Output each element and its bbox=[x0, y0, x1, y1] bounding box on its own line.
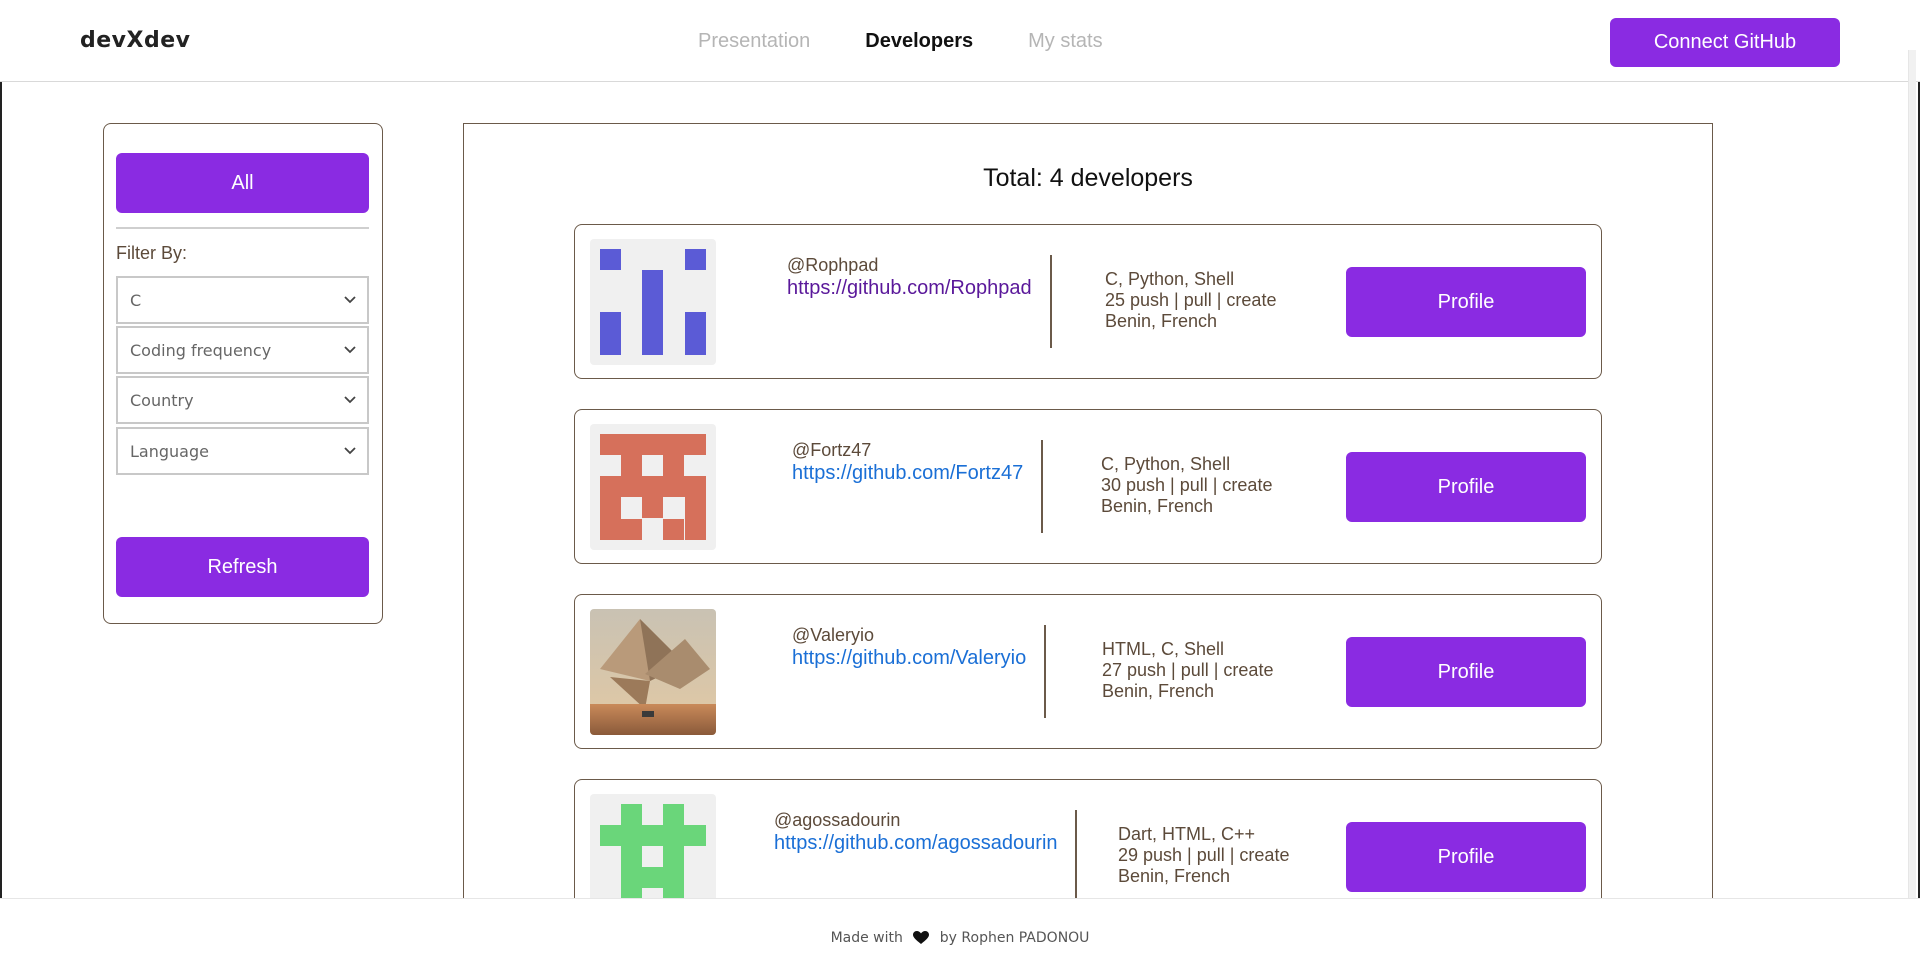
top-header: devXdev Presentation Developers My stats… bbox=[0, 0, 1920, 82]
github-link[interactable]: https://github.com/Rophpad bbox=[787, 277, 1032, 300]
profile-button[interactable]: Profile bbox=[1346, 637, 1586, 707]
developer-activity: 30 push | pull | create bbox=[1101, 475, 1273, 495]
developer-location: Benin, French bbox=[1102, 681, 1215, 701]
heart-icon bbox=[913, 931, 930, 944]
profile-button[interactable]: Profile bbox=[1346, 452, 1586, 522]
total-developers: Total: 4 developers bbox=[983, 164, 1193, 192]
developer-handle: @Valeryio bbox=[792, 625, 874, 645]
avatar[interactable] bbox=[590, 424, 716, 550]
chevron-down-icon bbox=[344, 396, 356, 404]
developer-stats: C, Python, Shell 30 push | pull | create… bbox=[1101, 454, 1272, 517]
select-value: Country bbox=[130, 390, 194, 410]
github-link[interactable]: https://github.com/Valeryio bbox=[792, 647, 1026, 670]
language-select[interactable]: C bbox=[116, 276, 369, 324]
footer-author: by Rophen PADONOU bbox=[939, 930, 1090, 946]
developer-activity: 25 push | pull | create bbox=[1105, 290, 1277, 310]
nav-my-stats[interactable]: My stats bbox=[1028, 30, 1102, 53]
developer-stats: Dart, HTML, C++ 29 push | pull | create … bbox=[1118, 824, 1289, 887]
developer-card: @Valeryio https://github.com/Valeryio HT… bbox=[574, 594, 1602, 749]
github-link[interactable]: https://github.com/agossadourin bbox=[774, 832, 1058, 855]
footer-credit: Made with by Rophen PADONOU bbox=[0, 930, 1920, 946]
developer-activity: 27 push | pull | create bbox=[1102, 660, 1274, 680]
sidebar-divider bbox=[116, 227, 369, 229]
chevron-down-icon bbox=[344, 346, 356, 354]
connect-github-button[interactable]: Connect GitHub bbox=[1610, 18, 1840, 67]
profile-button[interactable]: Profile bbox=[1346, 822, 1586, 892]
developer-card: @Fortz47 https://github.com/Fortz47 C, P… bbox=[574, 409, 1602, 564]
spoken-language-select[interactable]: Language bbox=[116, 427, 369, 475]
brand-logo[interactable]: devXdev bbox=[80, 28, 190, 53]
country-select[interactable]: Country bbox=[116, 376, 369, 424]
select-value: C bbox=[130, 290, 142, 310]
developer-location: Benin, French bbox=[1118, 866, 1231, 886]
nav-presentation[interactable]: Presentation bbox=[698, 30, 810, 53]
profile-button[interactable]: Profile bbox=[1346, 267, 1586, 337]
page-footer: Made with by Rophen PADONOU bbox=[0, 898, 1920, 976]
all-filter-button[interactable]: All bbox=[116, 153, 369, 213]
developer-identity: @agossadourin https://github.com/agossad… bbox=[774, 810, 1058, 855]
developer-card: @Rophpad https://github.com/Rophpad C, P… bbox=[574, 224, 1602, 379]
developer-location: Benin, French bbox=[1101, 496, 1214, 516]
developer-stats: HTML, C, Shell 27 push | pull | create B… bbox=[1102, 639, 1273, 702]
pyramids-photo-icon bbox=[590, 609, 716, 735]
developer-languages: Dart, HTML, C++ bbox=[1118, 824, 1256, 844]
developer-location: Benin, French bbox=[1105, 311, 1218, 331]
select-value: Language bbox=[130, 441, 209, 461]
developer-identity: @Valeryio https://github.com/Valeryio bbox=[792, 625, 1026, 670]
identicon-salmon-icon bbox=[600, 434, 706, 540]
developer-languages: HTML, C, Shell bbox=[1102, 639, 1225, 659]
developer-stats: C, Python, Shell 25 push | pull | create… bbox=[1105, 269, 1276, 332]
nav-developers[interactable]: Developers bbox=[865, 30, 973, 53]
developer-handle: @agossadourin bbox=[774, 810, 901, 830]
select-value: Coding frequency bbox=[130, 340, 272, 360]
developer-languages: C, Python, Shell bbox=[1105, 269, 1235, 289]
developer-identity: @Fortz47 https://github.com/Fortz47 bbox=[792, 440, 1023, 485]
avatar[interactable] bbox=[590, 609, 716, 735]
page-scrollbar[interactable] bbox=[1908, 50, 1916, 910]
developer-languages: C, Python, Shell bbox=[1101, 454, 1231, 474]
developer-activity: 29 push | pull | create bbox=[1118, 845, 1290, 865]
refresh-button[interactable]: Refresh bbox=[116, 537, 369, 597]
chevron-down-icon bbox=[344, 296, 356, 304]
footer-made-with: Made with bbox=[830, 930, 903, 946]
coding-frequency-select[interactable]: Coding frequency bbox=[116, 326, 369, 374]
developer-handle: @Fortz47 bbox=[792, 440, 872, 460]
developer-handle: @Rophpad bbox=[787, 255, 879, 275]
card-separator bbox=[1075, 810, 1077, 903]
card-separator bbox=[1044, 625, 1046, 718]
developers-panel: Total: 4 developers @Rophpad https://git… bbox=[463, 123, 1713, 934]
filter-sidebar: All Filter By: C Coding frequency Countr… bbox=[103, 123, 383, 624]
avatar[interactable] bbox=[590, 239, 716, 365]
main-nav: Presentation Developers My stats bbox=[698, 30, 1103, 53]
card-separator bbox=[1041, 440, 1043, 533]
github-link[interactable]: https://github.com/Fortz47 bbox=[792, 462, 1023, 485]
chevron-down-icon bbox=[344, 447, 356, 455]
card-separator bbox=[1050, 255, 1052, 348]
filter-by-label: Filter By: bbox=[116, 243, 188, 263]
developer-identity: @Rophpad https://github.com/Rophpad bbox=[787, 255, 1032, 300]
scrollbar-thumb[interactable] bbox=[1908, 50, 1916, 910]
identicon-blue-icon bbox=[600, 249, 706, 355]
